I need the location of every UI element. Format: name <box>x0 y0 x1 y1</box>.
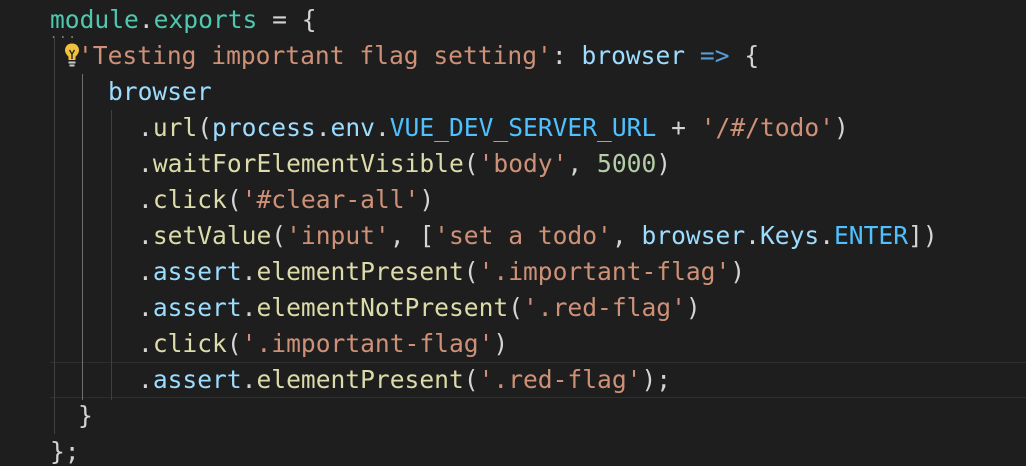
code-token: . <box>241 257 257 286</box>
code-token: '.red-flag' <box>478 365 642 394</box>
code-token: { <box>729 41 760 70</box>
code-token: click <box>152 185 227 214</box>
code-token: . <box>138 221 153 250</box>
code-token: VUE_DEV_SERVER_URL <box>389 113 657 142</box>
code-token: ) <box>685 293 701 322</box>
code-token: ) <box>419 185 435 214</box>
code-line[interactable]: module.exports = { <box>0 2 1026 38</box>
code-token: ( <box>463 365 479 394</box>
code-token: . <box>241 365 257 394</box>
code-token: ENTER <box>834 221 909 250</box>
code-token: ( <box>271 221 287 250</box>
code-token: browser <box>641 221 746 250</box>
code-token: ) <box>833 113 849 142</box>
code-token: '#clear-all' <box>241 185 420 214</box>
code-editor[interactable]: ... module.exports = {'Testing important… <box>0 0 1026 466</box>
code-token: ( <box>226 185 242 214</box>
code-token: . <box>138 293 153 322</box>
code-token: . <box>138 185 153 214</box>
code-token: . <box>819 221 834 250</box>
code-token: , [ <box>389 221 435 250</box>
code-token: url <box>152 113 198 142</box>
code-token: module <box>50 5 139 34</box>
code-token: . <box>138 113 153 142</box>
code-token: . <box>138 329 153 358</box>
code-line[interactable]: .setValue('input', ['set a todo', browse… <box>0 218 1026 254</box>
code-token: . <box>374 113 390 142</box>
code-token: }; <box>50 437 80 466</box>
code-line[interactable]: }; <box>0 434 1026 466</box>
code-line[interactable]: .assert.elementPresent('.red-flag'); <box>0 362 1026 398</box>
code-token: setValue <box>152 221 272 250</box>
code-token: , <box>567 149 598 178</box>
code-line[interactable]: 'Testing important flag setting': browse… <box>0 38 1026 74</box>
code-token: Keys <box>759 221 820 250</box>
code-token: . <box>138 5 154 34</box>
code-token: exports <box>153 5 258 34</box>
code-token: assert <box>152 257 242 286</box>
code-line[interactable]: .click('#clear-all') <box>0 182 1026 218</box>
code-token: ( <box>463 149 479 178</box>
code-token: browser <box>108 77 212 106</box>
code-token: assert <box>152 365 242 394</box>
code-token: . <box>241 293 257 322</box>
code-token: process <box>212 113 316 142</box>
code-token: '.important-flag' <box>478 257 731 286</box>
code-token: = { <box>257 5 317 34</box>
code-token: + <box>656 113 701 142</box>
code-token: ); <box>641 365 672 394</box>
code-token: elementNotPresent <box>256 293 509 322</box>
code-token: ( <box>508 293 523 322</box>
code-token: . <box>315 113 331 142</box>
code-token: elementPresent <box>256 257 464 286</box>
code-token: ) <box>656 149 672 178</box>
code-line[interactable]: .waitForElementVisible('body', 5000) <box>0 146 1026 182</box>
code-token: '/#/todo' <box>700 113 834 142</box>
code-token: ( <box>463 257 479 286</box>
code-token: ( <box>226 329 242 358</box>
code-token: 'Testing important flag setting' <box>78 41 552 70</box>
code-token: waitForElementVisible <box>152 149 464 178</box>
code-token: 'set a todo' <box>434 221 612 250</box>
code-token: 'input' <box>286 221 390 250</box>
code-token: '.red-flag' <box>523 293 686 322</box>
code-token: click <box>152 329 227 358</box>
code-token: ]) <box>908 221 938 250</box>
code-line[interactable]: } <box>0 398 1026 434</box>
code-token: browser <box>581 41 686 70</box>
code-token: , <box>611 221 642 250</box>
code-token: ( <box>197 113 213 142</box>
code-token: . <box>138 257 153 286</box>
code-token: elementPresent <box>256 365 464 394</box>
code-token: ) <box>493 329 509 358</box>
code-line[interactable]: .url(process.env.VUE_DEV_SERVER_URL + '/… <box>0 110 1026 146</box>
code-token: 'body' <box>478 149 568 178</box>
code-token: 5000 <box>597 149 657 178</box>
code-token: '.important-flag' <box>241 329 494 358</box>
code-token: . <box>138 365 153 394</box>
code-token: : <box>551 41 582 70</box>
code-token: } <box>78 401 93 430</box>
code-token: ) <box>730 257 746 286</box>
code-token: . <box>138 149 153 178</box>
code-token: => <box>699 41 730 70</box>
code-token: . <box>745 221 760 250</box>
code-line[interactable]: browser <box>0 74 1026 110</box>
code-line[interactable]: .click('.important-flag') <box>0 326 1026 362</box>
code-line[interactable]: .assert.elementPresent('.important-flag'… <box>0 254 1026 290</box>
code-token: assert <box>152 293 242 322</box>
code-token: env <box>330 113 375 142</box>
code-line[interactable]: .assert.elementNotPresent('.red-flag') <box>0 290 1026 326</box>
